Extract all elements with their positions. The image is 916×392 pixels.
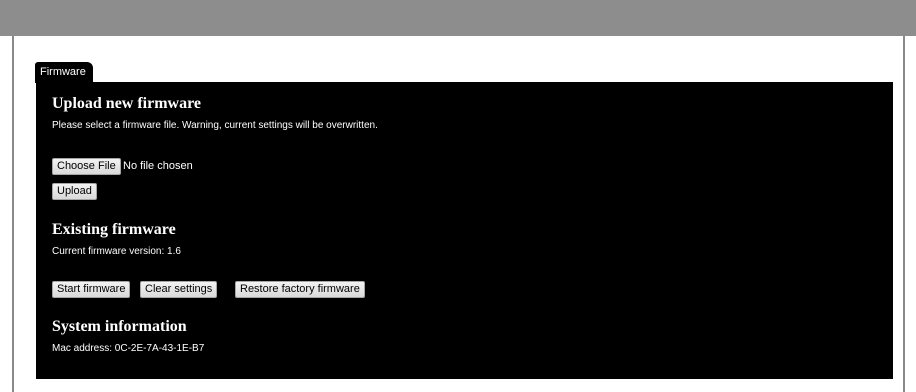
- upload-description: Please select a firmware file. Warning, …: [52, 120, 378, 131]
- restore-factory-firmware-button[interactable]: Restore factory firmware: [235, 281, 365, 298]
- page-frame: Firmware Upload new firmware Please sele…: [12, 36, 905, 392]
- tab-firmware[interactable]: Firmware: [35, 62, 93, 83]
- upload-section-title: Upload new firmware: [52, 95, 202, 112]
- start-firmware-button[interactable]: Start firmware: [52, 281, 131, 298]
- clear-settings-button[interactable]: Clear settings: [140, 281, 218, 298]
- system-section-title: System information: [52, 318, 187, 335]
- firmware-panel: Upload new firmware Please select a firm…: [36, 82, 893, 379]
- file-status-text: No file chosen: [123, 160, 193, 172]
- upload-button[interactable]: Upload: [52, 183, 97, 200]
- choose-file-button[interactable]: Choose File: [52, 158, 121, 175]
- mac-address-text: Mac address: 0C-2E-7A-43-1E-B7: [52, 343, 205, 354]
- existing-section-title: Existing firmware: [52, 221, 176, 238]
- top-bar: [0, 0, 916, 36]
- firmware-version-text: Current firmware version: 1.6: [52, 246, 181, 257]
